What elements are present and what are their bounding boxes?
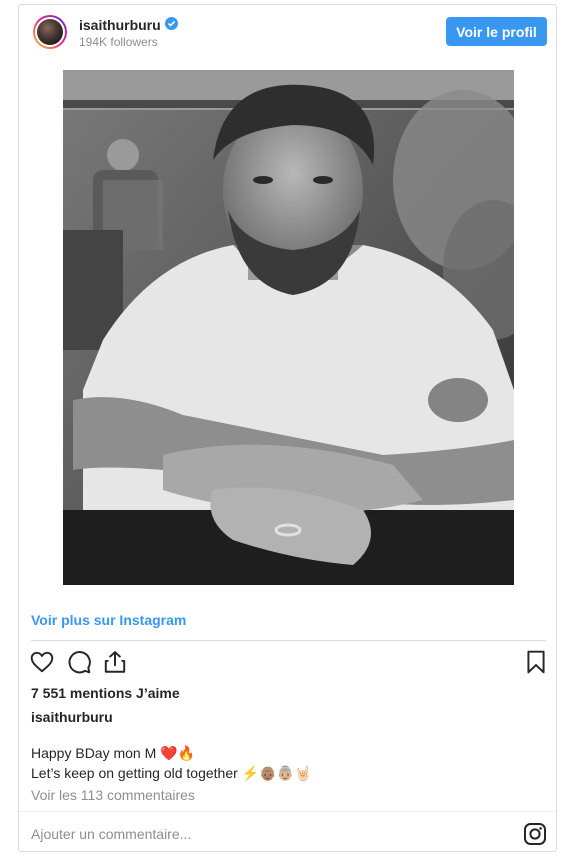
photo-illustration <box>63 70 514 585</box>
comment-input[interactable] <box>29 820 433 848</box>
divider <box>19 811 556 812</box>
caption-line: Let’s keep on getting old together ⚡👴🏽👵🏼… <box>31 765 312 781</box>
divider <box>31 640 546 641</box>
avatar[interactable] <box>33 15 67 49</box>
comment-icon[interactable] <box>66 649 92 675</box>
caption-author[interactable]: isaithurburu <box>31 709 113 725</box>
username[interactable]: isaithurburu <box>79 17 161 33</box>
bookmark-icon[interactable] <box>523 649 549 675</box>
heart-icon[interactable] <box>29 649 55 675</box>
view-profile-button[interactable]: Voir le profil <box>446 17 547 46</box>
verified-badge-icon <box>165 17 178 30</box>
view-more-on-instagram-link[interactable]: Voir plus sur Instagram <box>31 612 186 628</box>
share-icon[interactable] <box>102 649 128 675</box>
caption-line: Happy BDay mon M ❤️🔥 <box>31 745 196 761</box>
post-caption: Happy BDay mon M ❤️🔥 Let’s keep on getti… <box>31 743 311 783</box>
instagram-icon[interactable] <box>523 822 547 846</box>
like-count[interactable]: 7 551 mentions J’aime <box>31 685 180 701</box>
post-image[interactable] <box>63 70 514 585</box>
view-comments-link[interactable]: Voir les 113 commentaires <box>31 787 195 803</box>
post-header: isaithurburu 194K followers Voir le prof… <box>19 5 556 63</box>
instagram-embed-card: isaithurburu 194K followers Voir le prof… <box>18 4 557 852</box>
follower-count: 194K followers <box>79 35 158 49</box>
